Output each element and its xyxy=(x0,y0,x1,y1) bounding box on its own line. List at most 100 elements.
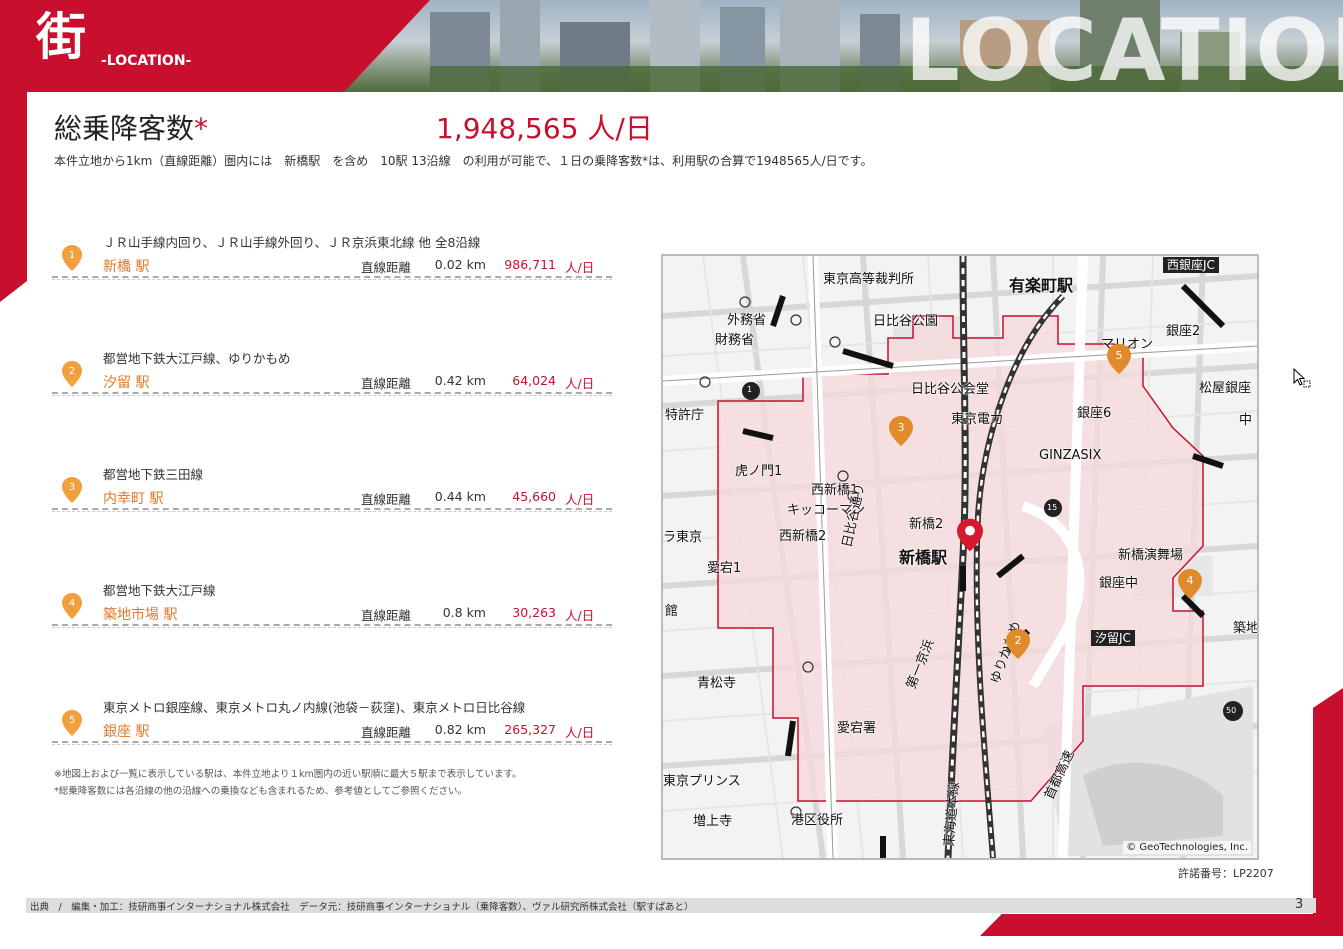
bottom-accent-bar xyxy=(980,914,1343,936)
title-asterisk: * xyxy=(194,112,209,145)
station-lines: 東京メトロ銀座線、東京メトロ丸ノ内線(池袋－荻窪)、東京メトロ日比谷線 xyxy=(103,700,526,715)
total-passengers: 1,948,565 人/日 xyxy=(436,112,653,145)
map-label-shiodome-jc: 汐留JC xyxy=(1091,630,1135,646)
distance-value: 0.82 km xyxy=(434,722,486,737)
station-lines: 都営地下鉄三田線 xyxy=(103,467,204,482)
map-label-gaimusho: 外務省 xyxy=(727,313,767,328)
distance-label: 直線距離 xyxy=(361,608,412,623)
property-location-pin-icon[interactable] xyxy=(957,518,983,552)
station-row: 5 東京メトロ銀座線、東京メトロ丸ノ内線(池袋－荻窪)、東京メトロ日比谷線 銀座… xyxy=(52,697,612,757)
passenger-unit: 人/日 xyxy=(565,608,595,623)
map-label-zaimusho: 財務省 xyxy=(715,333,755,348)
area-map[interactable]: 東京高等裁判所 有楽町駅 西銀座JC 外務省 財務省 日比谷公園 銀座2 マリオ… xyxy=(661,254,1259,860)
passenger-count: 45,660 xyxy=(512,489,556,504)
distance-label: 直線距離 xyxy=(361,725,412,740)
passenger-unit: 人/日 xyxy=(565,260,595,275)
station-lines: 都営地下鉄大江戸線、ゆりかもめ xyxy=(103,351,291,366)
note-passenger-count: *総乗降客数には各沿線の他の沿線への乗換なども含まれるため、参考値としてご参照く… xyxy=(54,786,467,797)
footer-source-text: 出典 / 編集・加工：技研商事インターナショナル株式会社 データ元：技研商事イン… xyxy=(30,902,694,913)
station-name: 内幸町 駅 xyxy=(103,491,164,507)
svg-text:5: 5 xyxy=(69,715,75,726)
distance-value: 0.8 km xyxy=(442,605,486,620)
svg-text:1: 1 xyxy=(69,250,75,261)
map-pin-icon: 1 xyxy=(62,245,82,271)
svg-text:5: 5 xyxy=(1116,349,1123,362)
page-title: 総乗降客数* xyxy=(54,107,208,147)
map-station-pin-3[interactable]: 3 xyxy=(889,416,913,446)
station-lines: 都営地下鉄大江戸線 xyxy=(103,583,216,598)
dashed-divider xyxy=(52,508,612,512)
station-name: 新橋 駅 xyxy=(103,259,150,275)
station-name: 汐留 駅 xyxy=(103,375,150,391)
map-label-nishiginza-jc: 西銀座JC xyxy=(1163,257,1219,273)
passenger-unit: 人/日 xyxy=(565,492,595,507)
intro-text: 本件立地から1km（直線距離）圏内には 新橋駅 を含め 10駅 13沿線 の利用… xyxy=(54,154,873,168)
distance-label: 直線距離 xyxy=(361,260,412,275)
map-label-shinbashi-station: 新橋駅 xyxy=(899,548,948,567)
map-label-chu: 中 xyxy=(1239,413,1253,428)
passenger-count: 265,327 xyxy=(504,722,556,737)
station-row: 3 都営地下鉄三田線 内幸町 駅 直線距離 0.44 km 45,660 人/日 xyxy=(52,464,612,524)
distance-value: 0.42 km xyxy=(434,373,486,388)
map-pin-icon: 4 xyxy=(62,593,82,619)
station-name: 築地市場 駅 xyxy=(103,607,178,623)
left-accent-bar xyxy=(0,92,27,302)
map-label-tsukiji: 築地 xyxy=(1233,621,1259,636)
map-label-hibiya-park: 日比谷公園 xyxy=(873,314,939,329)
passenger-count: 986,711 xyxy=(504,257,556,272)
map-label-ginza6: 銀座6 xyxy=(1077,406,1112,421)
svg-text:3: 3 xyxy=(69,482,75,493)
map-label-nishishinbashi2: 西新橋2 xyxy=(779,529,827,544)
note-display-rule: ※地図上および一覧に表示している駅は、本件立地より１km圏内の近い駅順に最大５駅… xyxy=(54,769,522,780)
map-station-pin-5[interactable]: 5 xyxy=(1107,344,1131,374)
distance-label: 直線距離 xyxy=(361,376,412,391)
map-label-route1: 1 xyxy=(747,385,753,394)
map-label-yurakucho: 有楽町駅 xyxy=(1009,276,1074,295)
map-pin-icon: 2 xyxy=(62,361,82,387)
map-station-pin-4[interactable]: 4 xyxy=(1178,569,1202,599)
map-label-seishoji: 青松寺 xyxy=(697,676,737,691)
station-row: 1 ＪＲ山手線内回り、ＪＲ山手線外回り、ＪＲ京浜東北線 他 全8沿線 新橋 駅 … xyxy=(52,232,612,292)
title-label: 総乗降客数 xyxy=(54,112,195,145)
map-label-toranomon1: 虎ノ門1 xyxy=(735,464,783,479)
dashed-divider xyxy=(52,624,612,628)
map-label-zojoji: 増上寺 xyxy=(693,814,733,829)
map-label-tepco: 東京電力 xyxy=(951,412,1004,427)
svg-text:4: 4 xyxy=(1187,574,1194,587)
station-lines: ＪＲ山手線内回り、ＪＲ山手線外回り、ＪＲ京浜東北線 他 全8沿線 xyxy=(103,235,481,250)
passenger-unit: 人/日 xyxy=(565,725,595,740)
map-label-atago-police: 愛宕署 xyxy=(837,721,877,736)
map-label-shinbashi-enbujo: 新橋演舞場 xyxy=(1118,548,1184,563)
mouse-cursor-icon xyxy=(1293,368,1311,388)
footer-source-bar: 出典 / 編集・加工：技研商事インターナショナル株式会社 データ元：技研商事イン… xyxy=(26,898,1316,913)
distance-label: 直線距離 xyxy=(361,492,412,507)
map-pin-icon: 3 xyxy=(62,477,82,503)
distance-value: 0.02 km xyxy=(434,257,486,272)
map-label-minato-office: 港区役所 xyxy=(791,813,844,828)
map-label-ginza2: 銀座2 xyxy=(1166,324,1201,339)
passenger-count: 30,263 xyxy=(512,605,556,620)
map-station-pin-2[interactable]: 2 xyxy=(1006,629,1030,659)
map-label-ginza-chu: 銀座中 xyxy=(1099,576,1139,591)
svg-text:2: 2 xyxy=(69,366,75,377)
header-bigword: LOCATION xyxy=(905,1,1343,101)
map-label-ginzasix: GINZASIX xyxy=(1039,448,1102,463)
svg-text:3: 3 xyxy=(898,421,905,434)
map-label-kan: 館 xyxy=(665,604,679,619)
map-label-route50: 50 xyxy=(1226,706,1237,715)
license-number: 許諾番号：LP2207 xyxy=(1178,867,1274,880)
map-label-prince: 東京プリンス xyxy=(663,774,741,789)
distance-value: 0.44 km xyxy=(434,489,486,504)
passenger-count: 64,024 xyxy=(512,373,556,388)
page-number: 3 xyxy=(1295,897,1304,912)
map-label-hibiya-hall: 日比谷公会堂 xyxy=(911,382,990,397)
map-label-okura: ラ東京 xyxy=(663,530,703,545)
dashed-divider xyxy=(52,392,612,396)
svg-text:4: 4 xyxy=(69,598,75,609)
map-copyright: © GeoTechnologies, Inc. xyxy=(1123,841,1251,854)
header-banner: 街 -LOCATION- LOCATION xyxy=(0,0,1343,101)
map-label-court: 東京高等裁判所 xyxy=(823,272,915,287)
section-subtitle: -LOCATION- xyxy=(101,53,192,69)
map-label-matsuya: 松屋銀座 xyxy=(1199,381,1252,396)
dashed-divider xyxy=(52,276,612,280)
